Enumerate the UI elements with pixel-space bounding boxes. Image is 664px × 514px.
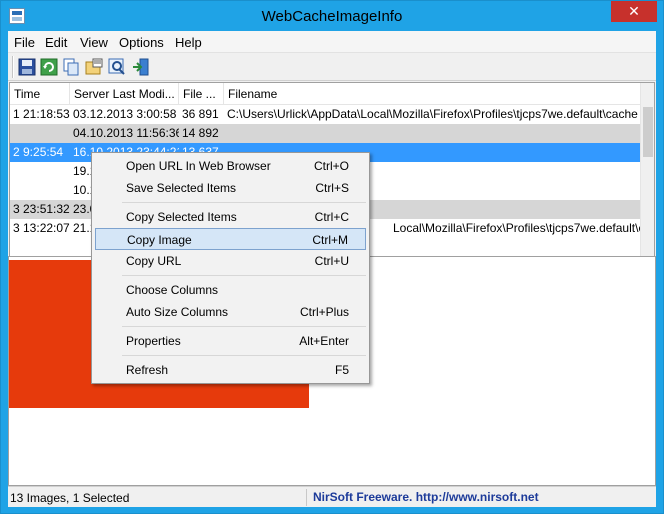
context-menu: Open URL In Web Browser Ctrl+O Save Sele… (91, 152, 370, 384)
menu-view[interactable]: View (80, 35, 108, 50)
title-bar[interactable]: WebCacheImageInfo ✕ (1, 1, 663, 31)
toolbar (8, 53, 656, 81)
column-server-last-modified[interactable]: Server Last Modi... (70, 83, 179, 105)
toolbar-separator (12, 56, 14, 78)
menu-item-copy-url[interactable]: Copy URL Ctrl+U (95, 250, 366, 272)
status-count: 13 Images, 1 Selected (10, 491, 130, 505)
menu-item-save-selected[interactable]: Save Selected Items Ctrl+S (95, 177, 366, 199)
menu-item-copy-selected[interactable]: Copy Selected Items Ctrl+C (95, 206, 366, 228)
list-header: Time Server Last Modi... File ... Filena… (10, 83, 642, 105)
menu-item-open-url[interactable]: Open URL In Web Browser Ctrl+O (95, 155, 366, 177)
menu-separator (122, 355, 366, 356)
column-time[interactable]: Time (10, 83, 70, 105)
window-title: WebCacheImageInfo (261, 8, 403, 25)
save-icon[interactable] (17, 57, 37, 77)
copy-icon[interactable] (61, 57, 81, 77)
status-bar: 13 Images, 1 Selected NirSoft Freeware. … (8, 486, 656, 507)
menu-item-copy-image[interactable]: Copy Image Ctrl+M (95, 228, 366, 250)
menu-edit[interactable]: Edit (45, 35, 67, 50)
table-row[interactable]: 1 21:18:53 03.12.2013 3:00:58 36 891 C:\… (10, 105, 642, 124)
exit-icon[interactable] (131, 57, 151, 77)
column-filename[interactable]: Filename (224, 83, 644, 105)
vertical-scrollbar[interactable] (640, 83, 654, 266)
close-button[interactable]: ✕ (611, 1, 657, 22)
properties-icon[interactable] (84, 57, 104, 77)
table-row[interactable]: 04.10.2013 11:56:36 14 892 (10, 124, 642, 143)
menu-item-choose-columns[interactable]: Choose Columns (95, 279, 366, 301)
menu-item-auto-size-columns[interactable]: Auto Size Columns Ctrl+Plus (95, 301, 366, 323)
menu-bar: File Edit View Options Help (8, 31, 656, 53)
app-window: WebCacheImageInfo ✕ File Edit View Optio… (0, 0, 664, 514)
menu-separator (122, 326, 366, 327)
nirsoft-link[interactable]: NirSoft Freeware. http://www.nirsoft.net (306, 489, 646, 506)
vertical-scroll-thumb[interactable] (643, 107, 653, 157)
menu-options[interactable]: Options (119, 35, 164, 50)
menu-separator (122, 202, 366, 203)
menu-file[interactable]: File (14, 35, 35, 50)
refresh-icon[interactable] (39, 57, 59, 77)
menu-item-properties[interactable]: Properties Alt+Enter (95, 330, 366, 352)
menu-separator (122, 275, 366, 276)
find-icon[interactable] (107, 57, 127, 77)
menu-help[interactable]: Help (175, 35, 202, 50)
menu-item-refresh[interactable]: Refresh F5 (95, 359, 366, 381)
column-file-size[interactable]: File ... (179, 83, 224, 105)
